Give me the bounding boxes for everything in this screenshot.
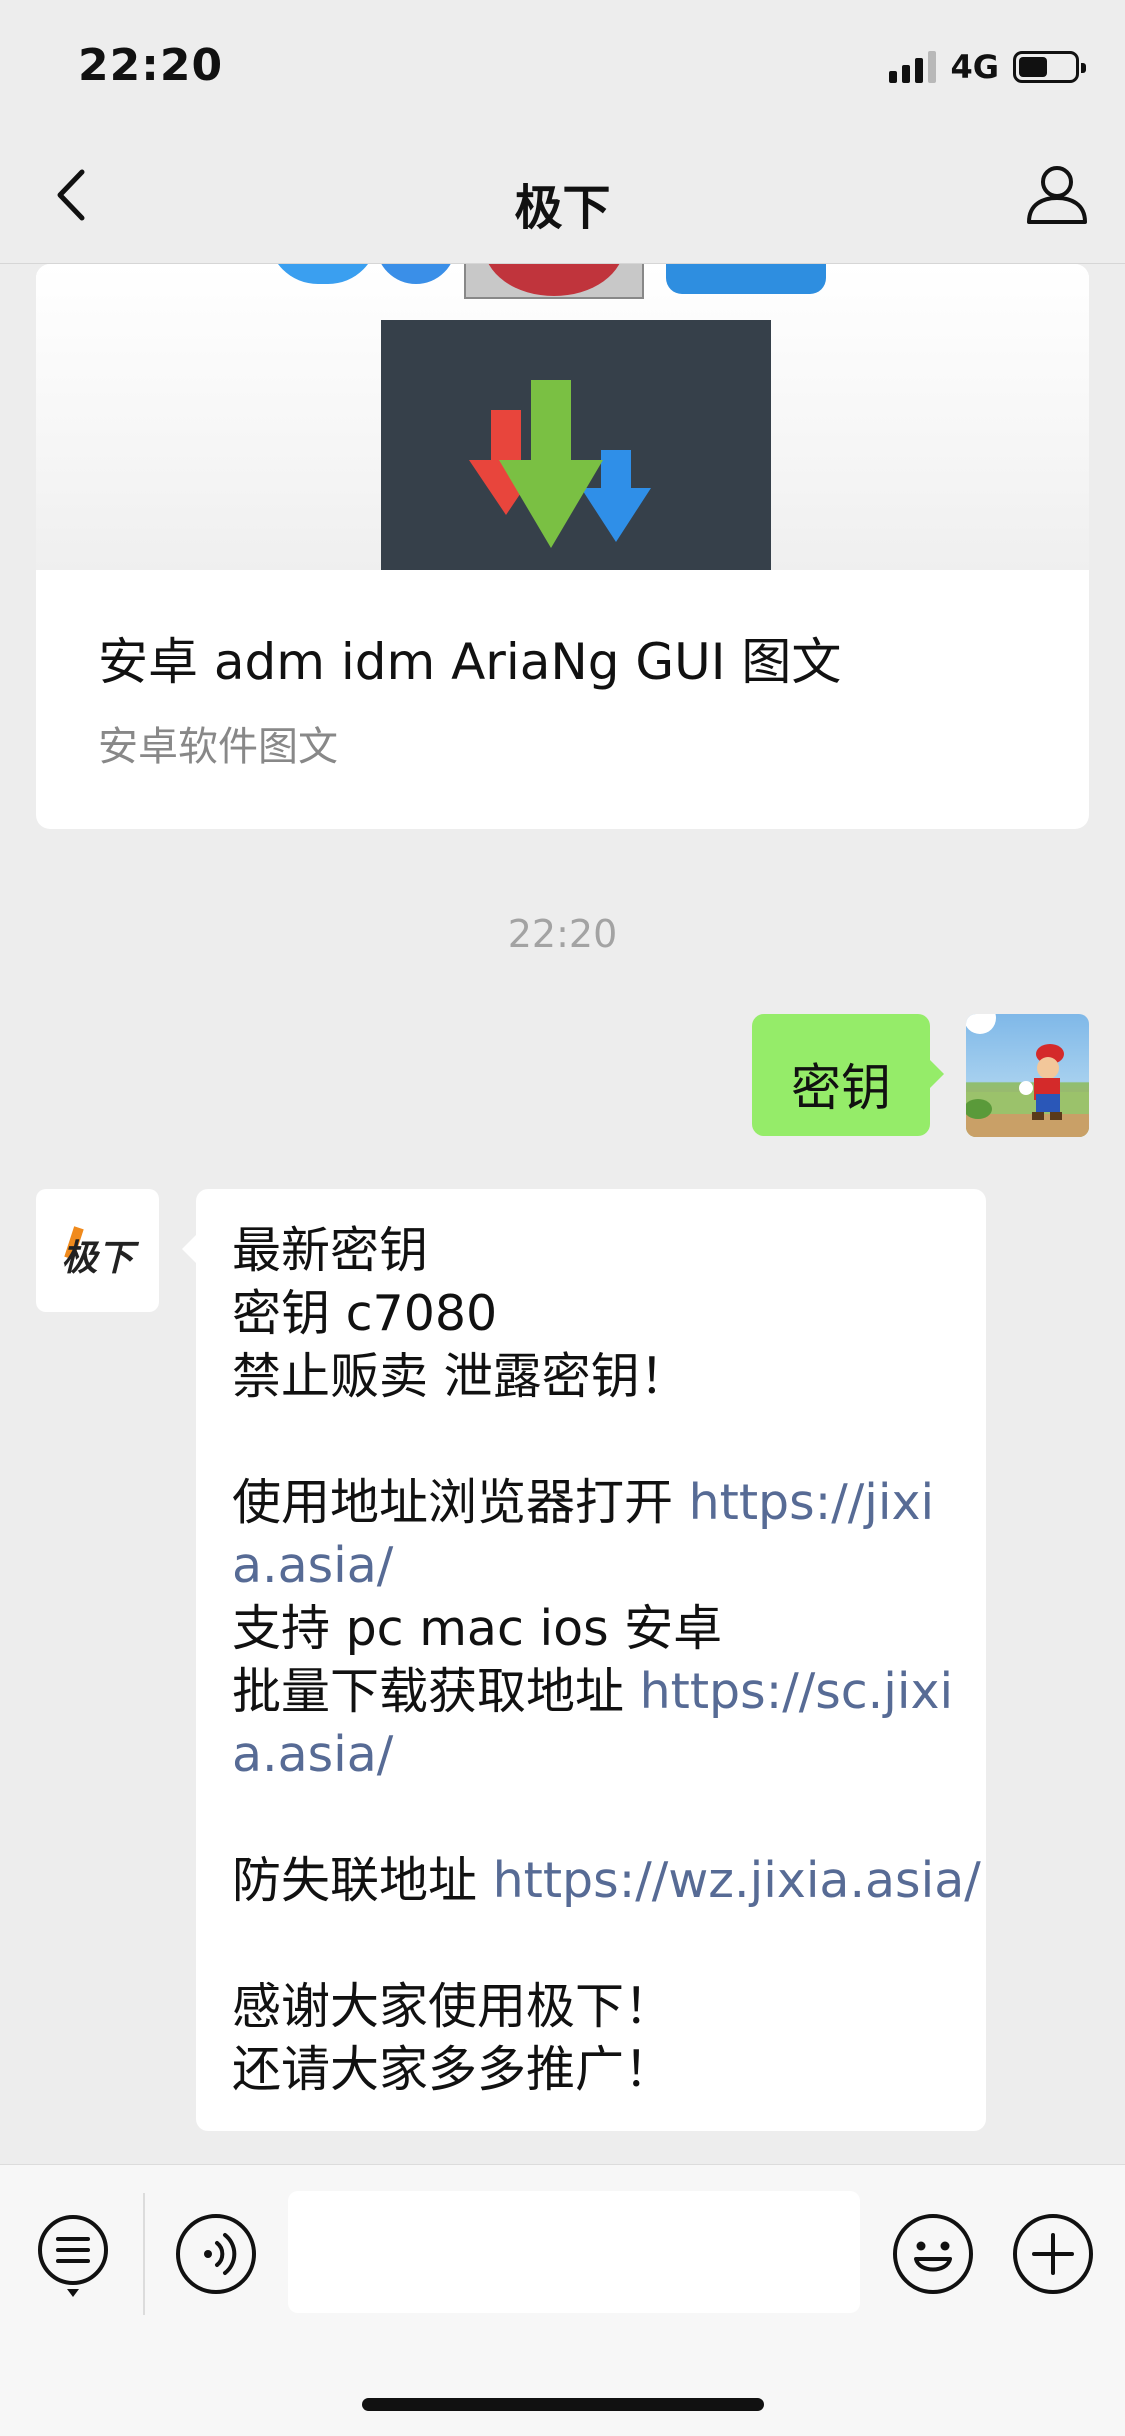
message-line: 感谢大家使用极下！ [232, 1978, 674, 2035]
network-type: 4G [950, 48, 999, 86]
person-icon [1027, 166, 1087, 224]
message-line: 最新密钥 [232, 1222, 429, 1279]
message-line: 防失联地址 https://wz.jixia.asia/ [232, 1852, 981, 1909]
message-line: 密钥 c7080 [232, 1285, 498, 1342]
menu-list-icon [38, 2215, 108, 2297]
my-avatar[interactable] [966, 1014, 1089, 1137]
message-line: 批量下载获取地址 https://sc.jixia.asia/ [232, 1663, 954, 1783]
incoming-message-text: 最新密钥 密钥 c7080 禁止贩卖 泄露密钥！ 使用地址浏览器打开 https… [232, 1219, 981, 2101]
voice-icon [176, 2214, 256, 2294]
battery-icon [1013, 51, 1086, 83]
article-card[interactable]: 安卓 adm idm AriaNg GUI 图文 安卓软件图文 [36, 264, 1089, 829]
contact-avatar[interactable]: 极下 [36, 1189, 159, 1312]
emoji-icon [893, 2214, 973, 2294]
message-line: 支持 pc mac ios 安卓 [232, 1600, 723, 1657]
message-line: 使用地址浏览器打开 https://jixia.asia/ [232, 1474, 935, 1594]
mario-avatar-image [966, 1014, 1089, 1137]
download-app-icon [381, 320, 771, 570]
article-subtitle: 安卓软件图文 [98, 724, 338, 770]
message-timestamp: 22:20 [507, 912, 618, 956]
chat-messages[interactable]: 安卓 adm idm AriaNg GUI 图文 安卓软件图文 22:20 密钥 [0, 264, 1125, 2164]
status-time: 22:20 [78, 40, 224, 91]
home-indicator[interactable] [362, 2398, 764, 2411]
status-indicators: 4G [889, 48, 1086, 86]
message-line: 禁止贩卖 泄露密钥！ [232, 1348, 689, 1405]
incoming-message-bubble[interactable]: 最新密钥 密钥 c7080 禁止贩卖 泄露密钥！ 使用地址浏览器打开 https… [182, 1189, 986, 2131]
nav-bar: 极下 [0, 130, 1125, 264]
message-line: 还请大家多多推广！ [232, 2041, 674, 2098]
voice-button[interactable] [175, 2213, 257, 2295]
wechat-chat-screen: 22:20 4G 极下 安卓 adm idm AriaNg GUI 图文 安卓软… [0, 0, 1125, 2436]
wz-jixia-link[interactable]: https://wz.jixia.asia/ [493, 1852, 981, 1909]
signal-icon [889, 51, 937, 83]
outgoing-message-text: 密钥 [791, 1059, 891, 1117]
outgoing-message-bubble[interactable]: 密钥 [752, 1014, 944, 1136]
status-bar: 22:20 4G [0, 0, 1125, 130]
chat-title: 极下 [514, 180, 611, 236]
input-bar [0, 2164, 1125, 2436]
service-menu-button[interactable] [36, 2213, 110, 2297]
contact-avatar-logo: 极下 [61, 1238, 134, 1279]
chat-info-button[interactable] [1021, 158, 1093, 230]
plus-icon [1013, 2214, 1093, 2294]
input-bar-divider [143, 2193, 145, 2315]
article-cover-image [36, 264, 1089, 570]
more-button[interactable] [1012, 2213, 1094, 2295]
article-title: 安卓 adm idm AriaNg GUI 图文 [98, 633, 842, 691]
emoji-button[interactable] [892, 2213, 974, 2295]
message-input[interactable] [288, 2191, 860, 2313]
